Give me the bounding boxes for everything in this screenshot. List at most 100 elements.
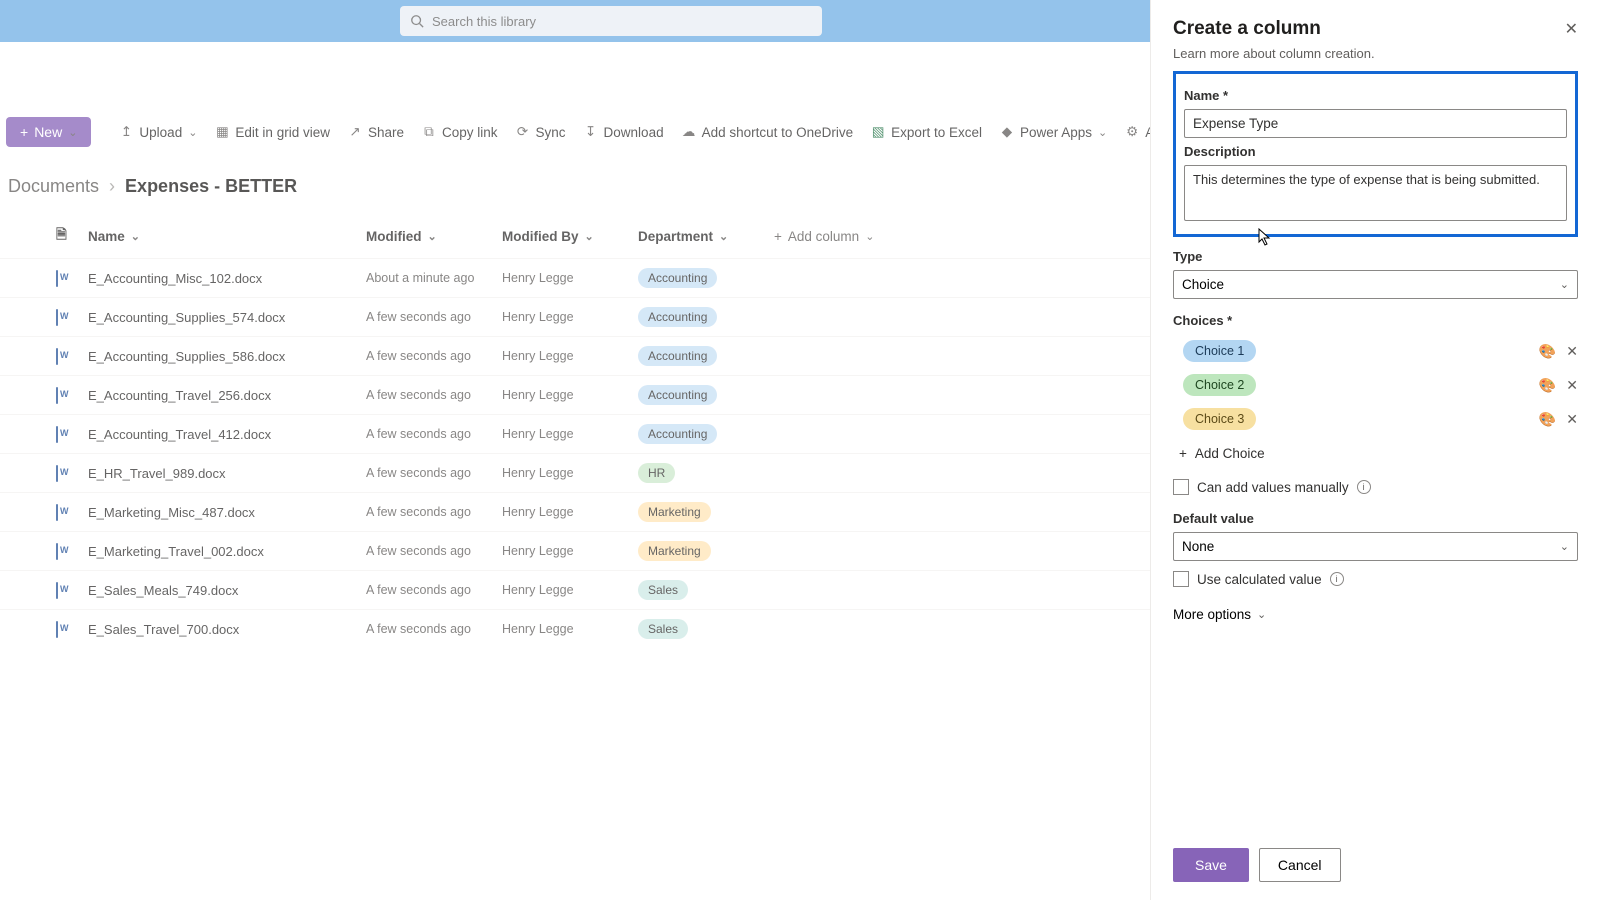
cancel-button[interactable]: Cancel (1259, 848, 1341, 882)
sync-icon: ⟳ (516, 125, 530, 139)
department-pill: Marketing (638, 502, 711, 522)
modified-by-text[interactable]: Henry Legge (502, 271, 574, 285)
plus-icon: + (20, 124, 28, 140)
chevron-down-icon: ⌄ (1560, 278, 1569, 291)
word-doc-icon (56, 504, 58, 521)
choice-row: Choice 1 🎨 ✕ (1173, 340, 1578, 362)
word-doc-icon (56, 426, 58, 443)
column-header-name[interactable]: Name ⌄ (88, 229, 366, 244)
add-shortcut-button[interactable]: ☁Add shortcut to OneDrive (682, 125, 854, 140)
modified-by-text[interactable]: Henry Legge (502, 583, 574, 597)
power-apps-label: Power Apps (1020, 125, 1092, 140)
info-icon[interactable]: i (1357, 480, 1371, 494)
department-pill: Accounting (638, 385, 717, 405)
department-pill: Accounting (638, 307, 717, 327)
search-placeholder: Search this library (432, 14, 536, 29)
modified-text: A few seconds ago (366, 505, 471, 519)
grid-icon: ▦ (215, 125, 229, 139)
file-name[interactable]: E_Accounting_Misc_102.docx (88, 271, 262, 286)
word-doc-icon (56, 543, 58, 560)
export-excel-label: Export to Excel (891, 125, 982, 140)
column-header-department[interactable]: Department⌄ (638, 229, 774, 244)
panel-title: Create a column (1173, 18, 1321, 40)
edit-grid-button[interactable]: ▦Edit in grid view (215, 125, 330, 140)
new-button[interactable]: + New ⌄ (6, 117, 91, 147)
file-name[interactable]: E_Accounting_Travel_412.docx (88, 427, 271, 442)
palette-icon[interactable]: 🎨 (1539, 377, 1556, 394)
add-column-button[interactable]: +Add column⌄ (774, 229, 924, 244)
file-name[interactable]: E_Accounting_Supplies_574.docx (88, 310, 285, 325)
modified-by-text[interactable]: Henry Legge (502, 349, 574, 363)
plus-icon: + (774, 229, 782, 244)
info-icon[interactable]: i (1330, 572, 1344, 586)
choice-row: Choice 3 🎨 ✕ (1173, 408, 1578, 430)
column-header-modified[interactable]: Modified⌄ (366, 229, 502, 244)
file-name[interactable]: E_Accounting_Travel_256.docx (88, 388, 271, 403)
power-apps-button[interactable]: ◆Power Apps⌄ (1000, 125, 1107, 140)
file-name[interactable]: E_Accounting_Supplies_586.docx (88, 349, 285, 364)
use-calc-label: Use calculated value (1197, 572, 1322, 587)
palette-icon[interactable]: 🎨 (1539, 411, 1556, 428)
modified-by-text[interactable]: Henry Legge (502, 622, 574, 636)
modified-text: A few seconds ago (366, 622, 471, 636)
share-button[interactable]: ↗Share (348, 125, 404, 140)
file-name[interactable]: E_Marketing_Travel_002.docx (88, 544, 264, 559)
remove-choice-icon[interactable]: ✕ (1566, 377, 1578, 394)
palette-icon[interactable]: 🎨 (1539, 343, 1556, 360)
modified-by-text[interactable]: Henry Legge (502, 466, 574, 480)
breadcrumb-root[interactable]: Documents (8, 176, 99, 197)
upload-button[interactable]: ↥Upload⌄ (119, 125, 197, 140)
more-options-toggle[interactable]: More options ⌄ (1173, 607, 1578, 622)
download-button[interactable]: ↧Download (584, 125, 664, 140)
modified-by-text[interactable]: Henry Legge (502, 544, 574, 558)
modified-text: A few seconds ago (366, 466, 471, 480)
department-pill: HR (638, 463, 675, 483)
use-calculated-checkbox[interactable]: Use calculated value i (1173, 571, 1578, 587)
sync-button[interactable]: ⟳Sync (516, 125, 566, 140)
type-select[interactable]: Choice ⌄ (1173, 270, 1578, 299)
file-name[interactable]: E_HR_Travel_989.docx (88, 466, 226, 481)
choice-pill[interactable]: Choice 2 (1183, 374, 1256, 396)
search-box[interactable]: Search this library (400, 6, 822, 36)
search-icon (410, 14, 424, 28)
export-excel-button[interactable]: ▧Export to Excel (871, 125, 982, 140)
file-name[interactable]: E_Marketing_Misc_487.docx (88, 505, 255, 520)
name-label: Name * (1184, 88, 1567, 103)
file-type-header-icon[interactable]: 🗎 (56, 225, 88, 248)
choices-label: Choices * (1173, 313, 1578, 328)
chevron-down-icon: ⌄ (585, 230, 594, 243)
choice-pill[interactable]: Choice 1 (1183, 340, 1256, 362)
panel-footer: Save Cancel (1173, 828, 1578, 882)
name-input[interactable] (1184, 109, 1567, 138)
column-header-modified-by[interactable]: Modified By⌄ (502, 229, 638, 244)
panel-subtitle-link[interactable]: Learn more about column creation. (1173, 46, 1578, 61)
upload-label: Upload (139, 125, 182, 140)
more-options-label: More options (1173, 607, 1251, 622)
col-name-label: Name (88, 229, 125, 244)
file-name[interactable]: E_Sales_Travel_700.docx (88, 622, 239, 637)
file-name[interactable]: E_Sales_Meals_749.docx (88, 583, 238, 598)
modified-by-text[interactable]: Henry Legge (502, 427, 574, 441)
description-label: Description (1184, 144, 1567, 159)
close-icon[interactable]: ✕ (1565, 19, 1578, 39)
remove-choice-icon[interactable]: ✕ (1566, 411, 1578, 428)
can-add-label: Can add values manually (1197, 480, 1349, 495)
modified-text: A few seconds ago (366, 583, 471, 597)
modified-by-text[interactable]: Henry Legge (502, 388, 574, 402)
chevron-down-icon: ⌄ (131, 230, 140, 243)
remove-choice-icon[interactable]: ✕ (1566, 343, 1578, 360)
department-pill: Accounting (638, 346, 717, 366)
powerapps-icon: ◆ (1000, 125, 1014, 139)
modified-by-text[interactable]: Henry Legge (502, 310, 574, 324)
default-value-select[interactable]: None ⌄ (1173, 532, 1578, 561)
copy-link-button[interactable]: ⧉Copy link (422, 125, 498, 140)
choice-pill[interactable]: Choice 3 (1183, 408, 1256, 430)
add-choice-button[interactable]: + Add Choice (1179, 446, 1578, 461)
can-add-manually-checkbox[interactable]: Can add values manually i (1173, 479, 1578, 495)
save-button[interactable]: Save (1173, 848, 1249, 882)
modified-by-text[interactable]: Henry Legge (502, 505, 574, 519)
description-input[interactable] (1184, 165, 1567, 221)
upload-icon: ↥ (119, 125, 133, 139)
department-pill: Sales (638, 580, 688, 600)
word-doc-icon (56, 309, 58, 326)
